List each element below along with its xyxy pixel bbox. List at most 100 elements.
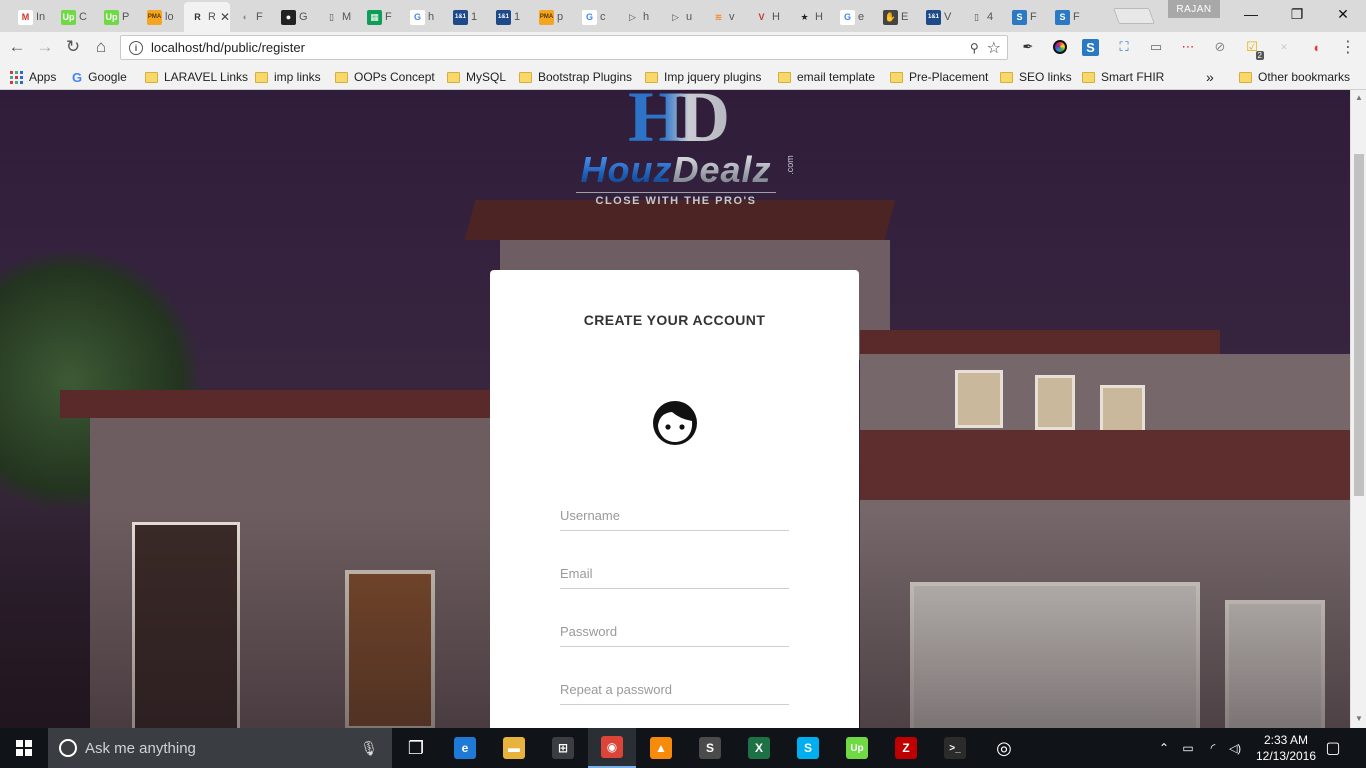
browser-tab[interactable]: 1&1 V: [920, 4, 958, 30]
taskbar-app[interactable]: S: [686, 728, 734, 768]
browser-tab[interactable]: ▦ F: [361, 4, 399, 30]
key-icon[interactable]: ⚲: [970, 41, 979, 55]
bookmark-star-icon[interactable]: ☆: [987, 38, 1001, 58]
system-clock[interactable]: 2:33 AM 12/13/2016: [1244, 732, 1328, 764]
bookmark-item[interactable]: Apps: [10, 67, 56, 87]
password-field[interactable]: [560, 617, 789, 647]
volume-icon[interactable]: ◁): [1224, 728, 1246, 768]
show-hidden-icons-icon[interactable]: ⌃: [1156, 728, 1172, 768]
browser-tab[interactable]: ● G: [275, 4, 313, 30]
close-tab-icon[interactable]: ✕: [220, 10, 230, 24]
profile-button[interactable]: RAJAN: [1168, 0, 1220, 18]
cast-icon[interactable]: ▭: [1146, 37, 1166, 57]
browser-tab[interactable]: PMA p: [533, 4, 571, 30]
bookmark-item[interactable]: LARAVEL Links: [145, 67, 248, 87]
notes-icon[interactable]: ☑ 2: [1242, 37, 1264, 60]
info-icon[interactable]: i: [129, 40, 143, 55]
taskbar-app[interactable]: ◎: [980, 728, 1028, 768]
bookmark-item[interactable]: Imp jquery plugins: [645, 67, 761, 87]
bookmark-item[interactable]: MySQL: [447, 67, 506, 87]
taskbar-app[interactable]: ❐: [392, 728, 440, 768]
email-field[interactable]: [560, 559, 789, 589]
shield-icon[interactable]: ◖: [1306, 37, 1326, 57]
cortana-search-box[interactable]: Ask me anything 🎙: [48, 728, 392, 768]
color-wheel-icon[interactable]: [1050, 37, 1070, 57]
url-text[interactable]: localhost/hd/public/register: [151, 40, 970, 55]
bookmark-item[interactable]: Bootstrap Plugins: [519, 67, 632, 87]
taskbar-app[interactable]: X: [735, 728, 783, 768]
browser-tab[interactable]: ▷ u: [662, 4, 700, 30]
browser-tab[interactable]: Ge: [834, 4, 872, 30]
bookmark-item[interactable]: OOPs Concept: [335, 67, 435, 87]
taskbar-app[interactable]: ⊞: [539, 728, 587, 768]
browser-tab[interactable]: M In: [12, 4, 50, 30]
username-field[interactable]: [560, 501, 789, 531]
taskbar-app[interactable]: Z: [882, 728, 930, 768]
browser-tab[interactable]: ▷ h: [619, 4, 657, 30]
browser-tab[interactable]: PMA lo: [141, 4, 179, 30]
browser-tab[interactable]: Up C: [55, 4, 93, 30]
browser-tab[interactable]: Up P: [98, 4, 136, 30]
browser-tab[interactable]: Gc: [576, 4, 614, 30]
bookmark-item[interactable]: G Google: [72, 67, 127, 87]
left-roof-shape: [60, 390, 510, 418]
bookmark-label: imp links: [274, 70, 321, 84]
new-tab-button[interactable]: [1113, 8, 1155, 24]
microphone-icon[interactable]: 🎙: [360, 740, 378, 757]
scroll-down-arrow-icon[interactable]: ▼: [1355, 714, 1363, 723]
right-window-2-shape: [1035, 375, 1075, 430]
browser-tab[interactable]: 1&1 1: [447, 4, 485, 30]
bookmark-item[interactable]: SEO links: [1000, 67, 1072, 87]
minimize-button[interactable]: —: [1228, 0, 1274, 28]
tab-title: H: [815, 11, 823, 23]
lastpass-icon[interactable]: ⋯: [1178, 37, 1198, 57]
browser-tab[interactable]: ★ H: [791, 4, 829, 30]
browser-tab[interactable]: Gh: [404, 4, 442, 30]
taskbar-app[interactable]: ▬: [490, 728, 538, 768]
address-bar[interactable]: i localhost/hd/public/register ⚲ ☆: [120, 35, 1008, 60]
stop-icon[interactable]: ⊘: [1210, 37, 1230, 57]
bookmarks-overflow-button[interactable]: »: [1206, 67, 1214, 87]
start-button[interactable]: [0, 728, 48, 768]
browser-tab[interactable]: ▯ 4: [963, 4, 1001, 30]
bookmark-item[interactable]: email template: [778, 67, 875, 87]
bookmark-item[interactable]: Pre-Placement: [890, 67, 988, 87]
browser-tab[interactable]: R R ✕: [184, 2, 230, 32]
browser-tab[interactable]: ≋ v: [705, 4, 743, 30]
restore-button[interactable]: ❐: [1274, 0, 1320, 28]
screen-capture-icon[interactable]: ⛶: [1114, 37, 1134, 57]
home-button[interactable]: ⌂: [89, 35, 113, 59]
browser-tab[interactable]: 1&1 1: [490, 4, 528, 30]
action-center-icon[interactable]: ▢: [1318, 728, 1348, 768]
taskbar-app[interactable]: S: [784, 728, 832, 768]
eyedropper-icon[interactable]: ✒: [1018, 37, 1038, 57]
scroll-up-arrow-icon[interactable]: ▲: [1355, 93, 1363, 102]
other-bookmarks[interactable]: Other bookmarks: [1239, 67, 1350, 87]
browser-tab[interactable]: ◐ F: [232, 4, 270, 30]
menu-icon[interactable]: ⋮: [1338, 37, 1358, 57]
page-scrollbar[interactable]: ▲ ▼: [1350, 90, 1366, 728]
taskbar-app[interactable]: e: [441, 728, 489, 768]
back-button[interactable]: ←: [5, 35, 29, 59]
cross-icon[interactable]: ✕: [1274, 37, 1294, 57]
wifi-icon[interactable]: ◜: [1203, 728, 1223, 768]
battery-icon[interactable]: ▭: [1178, 728, 1198, 768]
bookmark-item[interactable]: Smart FHIR: [1082, 67, 1164, 87]
browser-tab[interactable]: VH: [748, 4, 786, 30]
close-window-button[interactable]: ✕: [1320, 0, 1366, 28]
taskbar-app[interactable]: >_: [931, 728, 979, 768]
reload-button[interactable]: ↻: [61, 35, 85, 59]
folder-icon: [645, 71, 658, 83]
browser-tab[interactable]: SF: [1049, 4, 1087, 30]
browser-tab[interactable]: ✋ E: [877, 4, 915, 30]
s-icon[interactable]: S: [1082, 39, 1099, 56]
browser-tab[interactable]: ▯ M: [318, 4, 356, 30]
taskbar-app[interactable]: ◉: [588, 728, 636, 768]
repeat-password-field[interactable]: [560, 675, 789, 705]
browser-tab[interactable]: SF: [1006, 4, 1044, 30]
taskbar-app[interactable]: ▲: [637, 728, 685, 768]
scrollbar-thumb[interactable]: [1354, 154, 1364, 496]
forward-button[interactable]: →: [33, 35, 57, 59]
bookmark-item[interactable]: imp links: [255, 67, 321, 87]
taskbar-app[interactable]: Up: [833, 728, 881, 768]
